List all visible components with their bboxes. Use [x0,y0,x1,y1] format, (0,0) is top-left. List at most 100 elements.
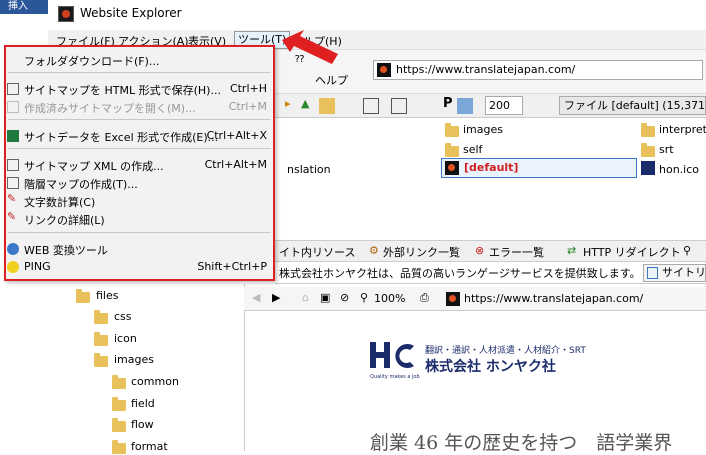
default-file-icon [445,161,459,175]
file-info-field: ファイル [default] (15,371バイ [559,96,706,115]
hierarchy-icon [7,177,19,189]
tree-item[interactable]: field [131,397,155,410]
folder-icon [112,397,126,411]
menu-item-label: 文字数計算(C) [24,196,96,209]
menu-hierarchy-map[interactable]: 階層マップの作成(T)... [6,174,273,192]
url-field[interactable]: https://www.translatejapan.com/ [373,60,703,80]
help-button-label[interactable]: ヘルプ [315,72,348,88]
xml-icon [7,159,19,171]
menu-item-shortcut: Ctrl+Alt+M [204,158,267,171]
folder-icon [112,418,126,432]
file-item[interactable]: nslation [287,163,331,176]
site-description: 株式会社ホンヤク社は、品質の高いランゲージサービスを提供致します。 [279,267,641,280]
file-item[interactable]: hon.ico [659,163,699,176]
file-item-selected[interactable]: [default] [441,158,637,178]
menu-item-label: PING [24,260,51,273]
tree-item[interactable]: images [114,353,154,366]
zoom-icon[interactable]: ⚲ [360,291,368,304]
external-links-icon: ⚙ [369,244,379,257]
menu-char-count[interactable]: ✎ 文字数計算(C) [6,192,273,210]
up-arrow-icon[interactable]: ▲ [301,97,309,110]
menu-open-sitemap[interactable]: 作成済みサイトマップを開く(M)... Ctrl+M [6,98,273,116]
folder-icon [445,123,459,137]
menu-excel-export[interactable]: サイトデータを Excel 形式で作成(E)... Ctrl+Alt+X [6,127,273,145]
menu-sitemap-xml[interactable]: サイトマップ XML の作成... Ctrl+Alt+M [6,156,273,174]
menu-separator [8,232,271,233]
folder-icon [94,332,108,346]
window-title: Website Explorer [80,6,182,20]
menu-item-shortcut: Ctrl+H [229,82,267,95]
tools-dropdown-menu: フォルダダウンロード(F)... サイトマップを HTML 形式で保存(H)..… [4,45,275,281]
sitemap-html-icon [7,83,19,95]
site-favicon-icon [446,292,460,306]
browser-url[interactable]: https://www.translatejapan.com/ [464,292,643,305]
folder-icon [641,123,655,137]
folder-icon [641,143,655,157]
browser-zoom[interactable]: 100% [374,292,405,305]
char-count-icon: ✎ [7,192,17,205]
sitemap-icon[interactable] [363,98,379,114]
file-item[interactable]: srt [659,143,674,156]
url-text: https://www.translatejapan.com/ [396,63,576,76]
folder-icon [112,375,126,389]
tab-errors[interactable]: エラー一覧 [489,244,544,260]
tab-external-links[interactable]: 外部リンク一覧 [383,244,460,260]
excel-icon [7,130,19,142]
menu-item-shortcut: Shift+Ctrl+P [197,260,267,273]
file-item[interactable]: interpret [659,123,706,136]
print-icon[interactable]: ⎙ [420,291,429,305]
arrow-right-icon[interactable]: ▸ [285,97,291,110]
source-icon[interactable]: ▣ [320,291,330,304]
file-item-label: [default] [464,161,519,174]
tab-internal-resources[interactable]: イト内リソース [279,244,355,260]
open-sitemap-icon [7,101,19,113]
menu-ping[interactable]: PING Shift+Ctrl+P [6,258,273,276]
insert-tab[interactable]: 挿入 [0,0,48,14]
menu-separator [8,119,271,120]
home-icon[interactable]: ⌂ [302,291,309,304]
menu-link-details[interactable]: ✎ リンクの詳細(L) [6,210,273,228]
annotation-arrow-icon [282,30,338,64]
page-icon [647,267,658,279]
menu-item-label: 階層マップの作成(T)... [24,178,138,191]
menu-folder-download[interactable]: フォルダダウンロード(F)... [6,51,273,69]
tree-item[interactable]: format [131,440,168,453]
site-favicon-icon [377,63,391,77]
folder-icon [112,440,126,454]
menu-separator [8,72,271,73]
menu-item-label: WEB 変換ツール [24,244,108,257]
folder-icon [94,353,108,367]
file-item[interactable]: self [463,143,482,156]
folder-icon [94,310,108,324]
redirect-icon: ⇄ [567,244,577,257]
back-icon[interactable]: ◀ [252,291,260,304]
folder-tree: files css icon images common field flow … [0,284,244,454]
tree-item[interactable]: common [131,375,179,388]
tree-item[interactable]: flow [131,418,154,431]
file-list: images self interpret srt nslation [defa… [275,118,706,240]
menu-item-shortcut: Ctrl+M [228,100,267,113]
file-item[interactable]: images [463,123,503,136]
secondary-toolbar: ▸ ▲ P 200 ファイル [default] (15,371バイ [275,94,706,118]
binoculars-icon[interactable]: ⚲ [683,244,691,257]
folder-open-icon[interactable] [319,98,335,114]
p-icon[interactable]: P [443,96,453,111]
block-icon[interactable]: ⊘ [340,291,349,304]
tree-icon[interactable] [391,98,407,114]
result-tabs: イト内リソース ⚙ 外部リンク一覧 ⊗ エラー一覧 ⇄ HTTP リダイレクト … [275,240,706,262]
folder-icon [445,143,459,157]
info-bar: 株式会社ホンヤク社は、品質の高いランゲージサービスを提供致します。 サイトリ [275,262,706,284]
tree-item[interactable]: css [114,310,132,323]
company-logo [370,342,414,368]
tab-http-redirect[interactable]: HTTP リダイレクト [583,244,681,260]
forward-icon[interactable]: ▶ [272,291,280,304]
calendar-icon[interactable] [457,98,473,114]
tree-item[interactable]: icon [114,332,137,345]
menu-save-sitemap-html[interactable]: サイトマップを HTML 形式で保存(H)... Ctrl+H [6,80,273,98]
menu-web-convert[interactable]: WEB 変換ツール [6,240,273,258]
site-tab[interactable]: サイトリ [643,264,706,282]
menu-item-label: サイトマップ XML の作成... [24,160,164,173]
tree-item[interactable]: files [96,289,118,302]
menu-item-shortcut: Ctrl+Alt+X [206,129,267,142]
zoom-value-field[interactable]: 200 [485,96,523,115]
